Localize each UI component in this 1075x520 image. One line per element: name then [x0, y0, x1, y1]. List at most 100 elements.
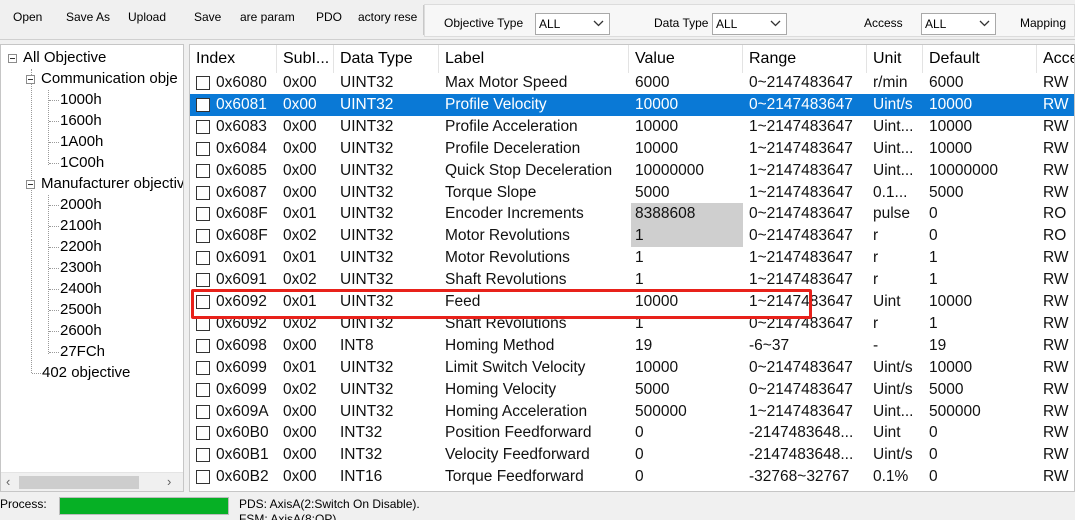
cell-value[interactable]: 5000 [631, 182, 743, 204]
save-button[interactable]: Save [194, 9, 221, 25]
tree-node-2200h[interactable]: 2200h [60, 238, 102, 256]
factory-reset-button[interactable]: actory rese [358, 9, 418, 25]
row-checkbox[interactable] [196, 207, 210, 222]
table-row[interactable]: 0x60B2 0x00 INT16 Torque Feedforward 0 -32768… [190, 466, 1074, 488]
row-checkbox[interactable] [196, 316, 210, 331]
row-checkbox[interactable] [196, 76, 210, 90]
table-row[interactable]: 0x6087 0x00 UINT32 Torque Slope 5000 1~214748… [190, 182, 1074, 204]
table-row[interactable]: 0x6084 0x00 UINT32 Profile Deceleration 1000… [190, 138, 1074, 160]
scroll-right-icon[interactable]: › [167, 475, 171, 489]
tree-node-2400h[interactable]: 2400h [60, 280, 102, 298]
save-parameters-button[interactable]: are param [240, 9, 296, 25]
collapse-toggle-icon[interactable] [26, 180, 35, 189]
table-row[interactable]: 0x6080 0x00 UINT32 Max Motor Speed 6000 0~214… [190, 72, 1074, 94]
column-header-access[interactable]: Acce [1037, 45, 1074, 73]
table-row[interactable]: 0x6098 0x00 INT8 Homing Method 19 -6~37-19 RW [190, 335, 1074, 357]
tree-node-manufacturer[interactable]: Manufacturer objectiv [41, 175, 183, 193]
row-checkbox[interactable] [196, 97, 210, 112]
tree-node-2500h[interactable]: 2500h [60, 301, 102, 319]
table-row[interactable]: 0x6099 0x01 UINT32 Limit Switch Velocity 100… [190, 357, 1074, 379]
cell-value[interactable]: 1 [631, 313, 743, 335]
table-row[interactable]: 0x608F 0x02 UINT32 Motor Revolutions 1 0~2147… [190, 225, 1074, 248]
column-header-index[interactable]: Index [190, 45, 277, 73]
column-header-label[interactable]: Label [439, 45, 629, 73]
cell-value[interactable]: 8388608 [631, 203, 743, 226]
row-checkbox[interactable] [196, 382, 210, 397]
cell-value[interactable]: 500000 [631, 401, 743, 423]
row-checkbox[interactable] [196, 251, 210, 266]
tree-node-1600h[interactable]: 1600h [60, 112, 102, 130]
cell-value[interactable]: 10000 [631, 357, 743, 379]
table-row[interactable]: 0x6083 0x00 UINT32 Profile Acceleration 1000… [190, 116, 1074, 138]
cell-value[interactable]: 10000 [631, 116, 743, 138]
table-row[interactable]: 0x6092 0x01 UINT32 Feed 10000 1~2147483647 Uin… [190, 291, 1074, 313]
upload-button[interactable]: Upload [128, 9, 166, 25]
collapse-toggle-icon[interactable] [8, 54, 17, 63]
cell-value[interactable]: 10000 [631, 291, 743, 313]
column-header-range[interactable]: Range [743, 45, 867, 73]
scroll-left-icon[interactable]: ‹ [6, 475, 10, 489]
cell-value[interactable]: 10000 [631, 94, 743, 116]
row-checkbox[interactable] [196, 295, 210, 309]
collapse-toggle-icon[interactable] [26, 75, 35, 84]
row-checkbox[interactable] [196, 470, 210, 485]
data-type-select[interactable]: ALL [712, 13, 787, 35]
cell-value[interactable]: 19 [631, 335, 743, 357]
tree-node-1000h[interactable]: 1000h [60, 91, 102, 109]
save-as-button[interactable]: Save As [66, 9, 110, 25]
tree-node-communication[interactable]: Communication obje [41, 70, 178, 88]
cell-value[interactable]: 0 [631, 466, 743, 488]
objective-type-select[interactable]: ALL [535, 13, 610, 35]
row-checkbox[interactable] [196, 338, 210, 353]
table-row[interactable]: 0x6091 0x01 UINT32 Motor Revolutions 1 1~2147… [190, 247, 1074, 269]
tree-node-all-objective[interactable]: All Objective [23, 49, 106, 67]
row-checkbox[interactable] [196, 163, 210, 178]
table-row[interactable]: 0x6099 0x02 UINT32 Homing Velocity 5000 0~214… [190, 379, 1074, 401]
table-row[interactable]: 0x6092 0x02 UINT32 Shaft Revolutions 1 0~2147… [190, 313, 1074, 335]
row-checkbox[interactable] [196, 185, 210, 200]
cell-value[interactable]: 1 [631, 225, 743, 248]
cell-value[interactable]: 5000 [631, 379, 743, 401]
row-checkbox[interactable] [196, 119, 210, 134]
tree-node-1a00h[interactable]: 1A00h [60, 133, 103, 151]
cell-value[interactable]: 0 [631, 422, 743, 444]
cell-value[interactable]: 1 [631, 247, 743, 269]
cell-value[interactable]: 0 [631, 444, 743, 466]
column-header-unit[interactable]: Unit [867, 45, 923, 73]
column-header-default[interactable]: Default [923, 45, 1037, 73]
cell-value[interactable]: 6000 [631, 72, 743, 94]
tree-node-2600h[interactable]: 2600h [60, 322, 102, 340]
tree-horizontal-scrollbar[interactable]: ‹ › [1, 472, 183, 491]
open-button[interactable]: Open [13, 9, 42, 25]
pdo-button[interactable]: PDO [316, 9, 342, 25]
column-header-value[interactable]: Value [629, 45, 743, 73]
objective-tree[interactable]: All Objective Communication obje 1000h 1… [0, 44, 184, 492]
tree-node-2300h[interactable]: 2300h [60, 259, 102, 277]
table-row[interactable]: 0x60B0 0x00 INT32 Position Feedforward 0 -214… [190, 422, 1074, 444]
tree-node-2000h[interactable]: 2000h [60, 196, 102, 214]
table-row[interactable]: 0x6081 0x00 UINT32 Profile Velocity 10000 0~2… [190, 93, 1074, 116]
table-row[interactable]: 0x609A 0x00 UINT32 Homing Acceleration 50000… [190, 401, 1074, 423]
row-checkbox[interactable] [196, 229, 210, 244]
row-checkbox[interactable] [196, 141, 210, 156]
row-checkbox[interactable] [196, 448, 210, 463]
scrollbar-thumb[interactable] [19, 476, 139, 489]
cell-value[interactable]: 10000000 [631, 160, 743, 182]
tree-node-1c00h[interactable]: 1C00h [60, 154, 104, 172]
row-checkbox[interactable] [196, 273, 210, 288]
cell-value[interactable]: 1 [631, 269, 743, 291]
access-select[interactable]: ALL [921, 13, 996, 35]
tree-node-402-objective[interactable]: 402 objective [42, 364, 130, 382]
column-header-data-type[interactable]: Data Type [334, 45, 439, 73]
row-checkbox[interactable] [196, 426, 210, 441]
table-row[interactable]: 0x608F 0x01 UINT32 Encoder Increments 838860… [190, 203, 1074, 226]
tree-node-2100h[interactable]: 2100h [60, 217, 102, 235]
column-header-subindex[interactable]: SubI... [277, 45, 334, 73]
table-row[interactable]: 0x6085 0x00 UINT32 Quick Stop Deceleration 1… [190, 160, 1074, 182]
tree-node-27fch[interactable]: 27FCh [60, 343, 105, 361]
table-row[interactable]: 0x6091 0x02 UINT32 Shaft Revolutions 1 1~2147… [190, 269, 1074, 291]
row-checkbox[interactable] [196, 404, 210, 419]
cell-value[interactable]: 10000 [631, 138, 743, 160]
row-checkbox[interactable] [196, 360, 210, 375]
table-row[interactable]: 0x60B1 0x00 INT32 Velocity Feedforward 0 -214… [190, 444, 1074, 466]
